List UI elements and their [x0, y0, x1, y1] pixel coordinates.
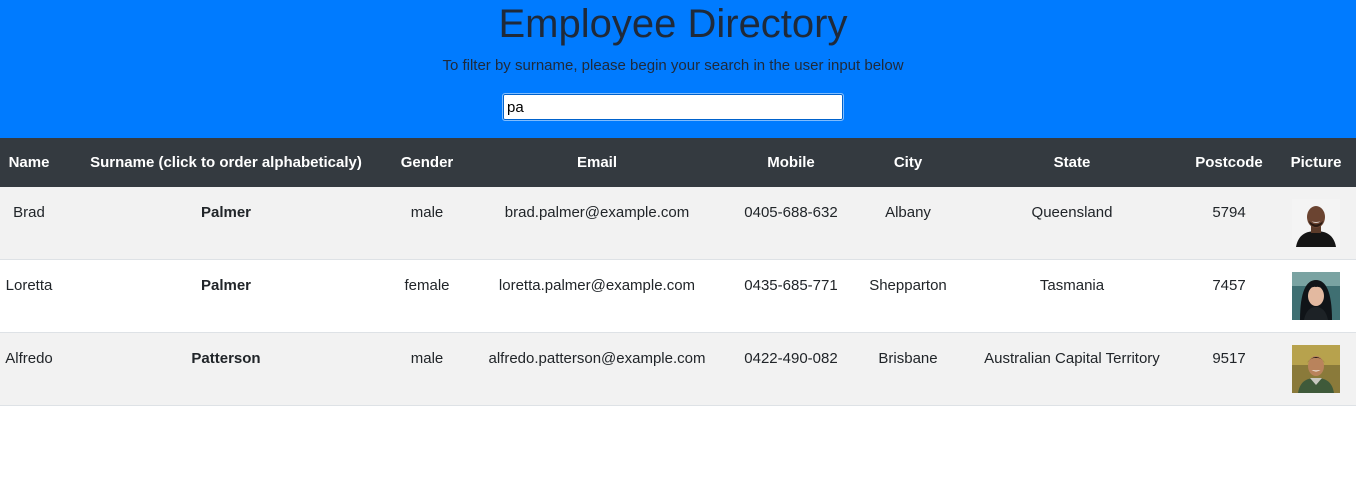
column-header-state: State — [1053, 154, 1091, 171]
cell-mobile: 0405-688-632 — [744, 204, 838, 221]
cell-city: Brisbane — [878, 350, 938, 367]
column-header-gender: Gender — [400, 154, 454, 171]
cell-city: Albany — [885, 204, 931, 221]
cell-surname: Patterson — [191, 350, 261, 367]
cell-postcode: 5794 — [1212, 204, 1246, 221]
employee-photo — [1292, 199, 1340, 247]
table-row: Loretta Palmer female loretta.palmer@exa… — [0, 260, 1356, 333]
cell-surname: Palmer — [200, 277, 252, 294]
column-header-postcode: Postcode — [1195, 154, 1263, 171]
cell-surname: Palmer — [200, 204, 252, 221]
cell-city: Shepparton — [869, 277, 947, 294]
page-subtitle: To filter by surname, please begin your … — [442, 57, 904, 74]
cell-email: brad.palmer@example.com — [504, 204, 690, 221]
cell-gender: male — [410, 350, 444, 367]
cell-gender: male — [410, 204, 444, 221]
cell-mobile: 0435-685-771 — [744, 277, 838, 294]
cell-postcode: 7457 — [1212, 277, 1246, 294]
column-header-email: Email — [576, 154, 618, 171]
surname-search-input[interactable] — [502, 93, 844, 121]
column-header-mobile: Mobile — [767, 154, 815, 171]
cell-state: Australian Capital Territory — [984, 350, 1160, 367]
cell-state: Tasmania — [1039, 277, 1105, 294]
table-header: Name Surname (click to order alphabetica… — [0, 138, 1356, 187]
cell-postcode: 9517 — [1212, 350, 1246, 367]
column-header-picture: Picture — [1290, 154, 1342, 171]
cell-mobile: 0422-490-082 — [744, 350, 838, 367]
page-title: Employee Directory — [498, 2, 848, 46]
cell-gender: female — [404, 277, 450, 294]
column-header-city: City — [893, 154, 923, 171]
column-header-surname-sort[interactable]: Surname (click to order alphabeticaly) — [70, 138, 382, 187]
table-row: Alfredo Patterson male alfredo.patterson… — [0, 333, 1356, 406]
page-header: Employee Directory To filter by surname,… — [0, 0, 1356, 138]
column-header-name: Name — [8, 154, 50, 171]
cell-state: Queensland — [1031, 204, 1113, 221]
cell-name: Brad — [13, 204, 45, 221]
employee-photo — [1292, 272, 1340, 320]
cell-email: alfredo.patterson@example.com — [488, 350, 706, 367]
employee-photo — [1292, 345, 1340, 393]
cell-email: loretta.palmer@example.com — [498, 277, 696, 294]
table-row: Brad Palmer male brad.palmer@example.com… — [0, 187, 1356, 260]
cell-name: Alfredo — [5, 350, 53, 367]
cell-name: Loretta — [5, 277, 53, 294]
